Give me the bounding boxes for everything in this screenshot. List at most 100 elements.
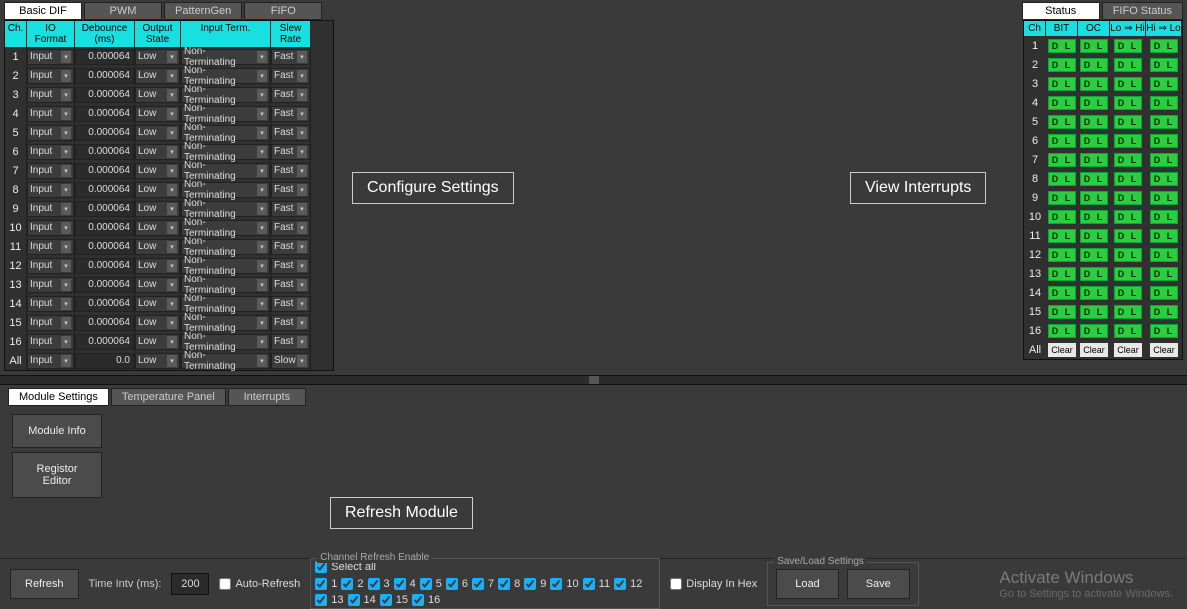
ch-enable-3[interactable]: 3 xyxy=(368,578,390,590)
register-editor-button[interactable]: Registor Editor xyxy=(12,452,102,498)
debounce-input[interactable]: 0.000064 xyxy=(75,106,134,122)
input-term-select[interactable]: Non-Terminating▾ xyxy=(181,353,270,369)
ch-enable-10[interactable]: 10 xyxy=(550,578,578,590)
output-state-select[interactable]: Low▾ xyxy=(135,296,180,312)
slew-rate-select[interactable]: Fast▾ xyxy=(271,182,310,198)
slew-rate-select[interactable]: Fast▾ xyxy=(271,106,310,122)
auto-refresh-checkbox[interactable]: Auto-Refresh xyxy=(219,578,300,590)
ch-enable-4[interactable]: 4 xyxy=(394,578,416,590)
output-state-select[interactable]: Low▾ xyxy=(135,49,180,65)
io-format-select[interactable]: Input▾ xyxy=(27,68,74,84)
splitter[interactable] xyxy=(0,375,1187,385)
time-intv-input[interactable] xyxy=(171,573,209,595)
output-state-select[interactable]: Low▾ xyxy=(135,315,180,331)
clear-button[interactable]: Clear xyxy=(1048,343,1076,357)
tab-fifo[interactable]: FIFO xyxy=(244,2,322,20)
load-button[interactable]: Load xyxy=(776,569,838,599)
input-term-select[interactable]: Non-Terminating▾ xyxy=(181,144,270,160)
io-format-select[interactable]: Input▾ xyxy=(27,201,74,217)
output-state-select[interactable]: Low▾ xyxy=(135,182,180,198)
debounce-input[interactable]: 0.000064 xyxy=(75,315,134,331)
debounce-input[interactable]: 0.000064 xyxy=(75,144,134,160)
input-term-select[interactable]: Non-Terminating▾ xyxy=(181,258,270,274)
debounce-input[interactable]: 0.0 xyxy=(75,353,134,369)
input-term-select[interactable]: Non-Terminating▾ xyxy=(181,315,270,331)
io-format-select[interactable]: Input▾ xyxy=(27,315,74,331)
io-format-select[interactable]: Input▾ xyxy=(27,182,74,198)
io-format-select[interactable]: Input▾ xyxy=(27,163,74,179)
output-state-select[interactable]: Low▾ xyxy=(135,163,180,179)
ch-enable-15[interactable]: 15 xyxy=(380,594,408,606)
tab-patterngen[interactable]: PatternGen xyxy=(164,2,242,20)
debounce-input[interactable]: 0.000064 xyxy=(75,68,134,84)
module-info-button[interactable]: Module Info xyxy=(12,414,102,448)
debounce-input[interactable]: 0.000064 xyxy=(75,201,134,217)
debounce-input[interactable]: 0.000064 xyxy=(75,334,134,350)
io-format-select[interactable]: Input▾ xyxy=(27,106,74,122)
input-term-select[interactable]: Non-Terminating▾ xyxy=(181,220,270,236)
slew-rate-select[interactable]: Fast▾ xyxy=(271,296,310,312)
input-term-select[interactable]: Non-Terminating▾ xyxy=(181,68,270,84)
ch-enable-9[interactable]: 9 xyxy=(524,578,546,590)
input-term-select[interactable]: Non-Terminating▾ xyxy=(181,125,270,141)
slew-rate-select[interactable]: Fast▾ xyxy=(271,163,310,179)
io-format-select[interactable]: Input▾ xyxy=(27,239,74,255)
io-format-select[interactable]: Input▾ xyxy=(27,296,74,312)
save-button[interactable]: Save xyxy=(847,569,910,599)
output-state-select[interactable]: Low▾ xyxy=(135,353,180,369)
ch-enable-7[interactable]: 7 xyxy=(472,578,494,590)
debounce-input[interactable]: 0.000064 xyxy=(75,49,134,65)
slew-rate-select[interactable]: Fast▾ xyxy=(271,258,310,274)
tab-basic-dif[interactable]: Basic DIF xyxy=(4,2,82,20)
debounce-input[interactable]: 0.000064 xyxy=(75,258,134,274)
tab-pwm[interactable]: PWM xyxy=(84,2,162,20)
debounce-input[interactable]: 0.000064 xyxy=(75,182,134,198)
input-term-select[interactable]: Non-Terminating▾ xyxy=(181,182,270,198)
tab-temperature-panel[interactable]: Temperature Panel xyxy=(111,388,226,406)
debounce-input[interactable]: 0.000064 xyxy=(75,125,134,141)
debounce-input[interactable]: 0.000064 xyxy=(75,296,134,312)
input-term-select[interactable]: Non-Terminating▾ xyxy=(181,277,270,293)
input-term-select[interactable]: Non-Terminating▾ xyxy=(181,106,270,122)
ch-enable-8[interactable]: 8 xyxy=(498,578,520,590)
output-state-select[interactable]: Low▾ xyxy=(135,201,180,217)
ch-enable-6[interactable]: 6 xyxy=(446,578,468,590)
ch-enable-13[interactable]: 13 xyxy=(315,594,343,606)
io-format-select[interactable]: Input▾ xyxy=(27,87,74,103)
display-hex-checkbox[interactable]: Display In Hex xyxy=(670,578,757,590)
slew-rate-select[interactable]: Fast▾ xyxy=(271,144,310,160)
output-state-select[interactable]: Low▾ xyxy=(135,258,180,274)
io-format-select[interactable]: Input▾ xyxy=(27,125,74,141)
refresh-button[interactable]: Refresh xyxy=(10,569,79,599)
auto-refresh-input[interactable] xyxy=(219,578,231,590)
debounce-input[interactable]: 0.000064 xyxy=(75,239,134,255)
debounce-input[interactable]: 0.000064 xyxy=(75,163,134,179)
ch-enable-2[interactable]: 2 xyxy=(341,578,363,590)
ch-enable-14[interactable]: 14 xyxy=(348,594,376,606)
debounce-input[interactable]: 0.000064 xyxy=(75,277,134,293)
debounce-input[interactable]: 0.000064 xyxy=(75,87,134,103)
input-term-select[interactable]: Non-Terminating▾ xyxy=(181,201,270,217)
ch-enable-11[interactable]: 11 xyxy=(583,578,610,590)
display-hex-input[interactable] xyxy=(670,578,682,590)
output-state-select[interactable]: Low▾ xyxy=(135,144,180,160)
slew-rate-select[interactable]: Fast▾ xyxy=(271,201,310,217)
io-format-select[interactable]: Input▾ xyxy=(27,49,74,65)
slew-rate-select[interactable]: Fast▾ xyxy=(271,334,310,350)
output-state-select[interactable]: Low▾ xyxy=(135,106,180,122)
debounce-input[interactable]: 0.000064 xyxy=(75,220,134,236)
output-state-select[interactable]: Low▾ xyxy=(135,334,180,350)
slew-rate-select[interactable]: Fast▾ xyxy=(271,49,310,65)
output-state-select[interactable]: Low▾ xyxy=(135,87,180,103)
io-format-select[interactable]: Input▾ xyxy=(27,334,74,350)
tab-module-settings[interactable]: Module Settings xyxy=(8,388,109,406)
output-state-select[interactable]: Low▾ xyxy=(135,277,180,293)
output-state-select[interactable]: Low▾ xyxy=(135,220,180,236)
slew-rate-select[interactable]: Fast▾ xyxy=(271,87,310,103)
input-term-select[interactable]: Non-Terminating▾ xyxy=(181,163,270,179)
io-format-select[interactable]: Input▾ xyxy=(27,144,74,160)
slew-rate-select[interactable]: Fast▾ xyxy=(271,220,310,236)
slew-rate-select[interactable]: Slow▾ xyxy=(271,353,310,369)
ch-enable-1[interactable]: 1 xyxy=(315,578,337,590)
io-format-select[interactable]: Input▾ xyxy=(27,258,74,274)
